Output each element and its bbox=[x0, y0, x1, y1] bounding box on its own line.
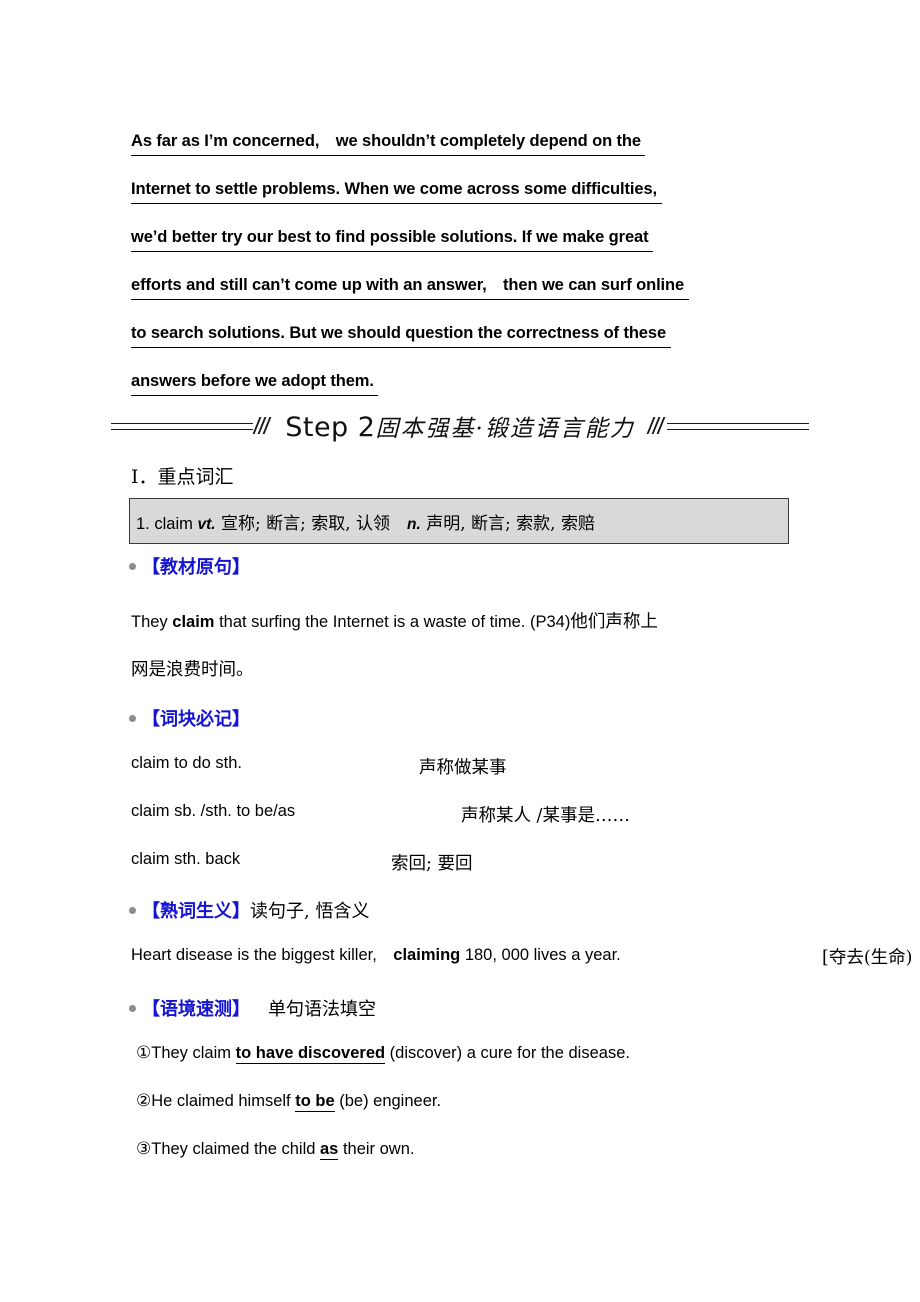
intro-line-2: Internet to settle problems. When we com… bbox=[131, 165, 831, 213]
intro-line-6-text: answers before we adopt them. bbox=[131, 370, 379, 396]
textbook-sentence-line-1: They claim that surfing the Internet is … bbox=[131, 608, 658, 633]
intro-line-5: to search solutions. But we should quest… bbox=[131, 309, 831, 357]
familiar-word-annotation: [夺去(生命) bbox=[822, 948, 913, 968]
entry-pos-n: n. bbox=[407, 515, 421, 533]
chunk-en-2: claim sb. /sth. to be/as bbox=[131, 802, 296, 820]
chunk-gloss-2: 声称某人 /某事是…… bbox=[461, 806, 630, 826]
textbook-sentence-cn-2: 网是浪费时间。 bbox=[131, 660, 254, 680]
chunk-row-1: claim to do sth. 声称做某事 bbox=[131, 754, 831, 778]
familiar-word-sentence-pre: Heart disease is the biggest killer, bbox=[131, 946, 394, 964]
banner-rule-left bbox=[111, 415, 273, 437]
quiz-item-1-pre: They claim bbox=[151, 1044, 236, 1062]
chunk-en-1: claim to do sth. bbox=[131, 754, 242, 772]
tag-familiar-word: 【熟词生义】 读句子, 悟含义 bbox=[129, 897, 369, 923]
entry-word: claim bbox=[154, 514, 198, 533]
tag-chunks-label: 【词块必记】 bbox=[142, 709, 250, 730]
intro-line-6: answers before we adopt them. bbox=[131, 357, 831, 405]
entry-number: 1. bbox=[136, 514, 155, 533]
bullet-icon bbox=[129, 1004, 136, 1012]
banner-double-rule-left bbox=[111, 422, 254, 430]
chunk-en-3: claim sth. back bbox=[131, 850, 241, 868]
quiz-item-2-answer: to be bbox=[295, 1092, 335, 1112]
quiz-item-1-post: (discover) a cure for the disease. bbox=[385, 1044, 630, 1062]
banner-rule-right bbox=[646, 415, 809, 437]
banner-slashes-right-icon bbox=[646, 417, 667, 435]
bullet-icon bbox=[129, 562, 136, 570]
familiar-word-keyword: claiming bbox=[393, 946, 461, 964]
tag-familiar-word-suffix: 读句子, 悟含义 bbox=[250, 901, 370, 922]
quiz-item-3: ③They claimed the child as their own. bbox=[136, 1139, 415, 1160]
chunk-row-2: claim sb. /sth. to be/as 声称某人 /某事是…… bbox=[131, 802, 831, 826]
quiz-item-3-answer: as bbox=[320, 1140, 339, 1160]
banner-slashes-left-icon bbox=[252, 417, 273, 435]
banner-double-rule-right bbox=[666, 422, 809, 430]
quiz-item-3-number: ③ bbox=[136, 1139, 152, 1159]
tag-familiar-word-label: 【熟词生义】 bbox=[142, 901, 250, 922]
textbook-sentence-post: that surfing the Internet is a waste of … bbox=[214, 613, 571, 631]
chunk-gloss-3: 索回; 要回 bbox=[391, 854, 473, 874]
intro-line-3: we’d better try our best to find possibl… bbox=[131, 213, 831, 261]
familiar-word-sentence: Heart disease is the biggest killer, cla… bbox=[131, 946, 621, 965]
intro-line-4: efforts and still can’t come up with an … bbox=[131, 261, 831, 309]
quiz-item-1-number: ① bbox=[136, 1043, 152, 1063]
bullet-icon bbox=[129, 714, 136, 722]
intro-line-2-text: Internet to settle problems. When we com… bbox=[131, 178, 662, 204]
textbook-sentence-pre: They bbox=[131, 613, 173, 631]
intro-line-3-text: we’d better try our best to find possibl… bbox=[131, 226, 654, 252]
intro-line-4-text: efforts and still can’t come up with an … bbox=[131, 274, 689, 300]
familiar-word-sentence-post: 180, 000 lives a year. bbox=[460, 946, 621, 964]
vocabulary-entry-box: 1. claim vt. 宣称; 断言; 索取, 认领 n. 声明, 断言; 索… bbox=[129, 498, 789, 544]
tag-chunks: 【词块必记】 bbox=[129, 705, 250, 731]
quiz-item-2-pre: He claimed himself bbox=[151, 1092, 296, 1110]
tag-textbook-sentence: 【教材原句】 bbox=[129, 553, 250, 579]
entry-meaning-n: 声明, 断言; 索款, 索赔 bbox=[420, 513, 595, 534]
chunk-row-3: claim sth. back 索回; 要回 bbox=[131, 850, 831, 874]
intro-paragraph: As far as I’m concerned, we shouldn’t co… bbox=[131, 117, 831, 405]
quiz-item-1-answer: to have discovered bbox=[235, 1044, 386, 1064]
quiz-item-1: ①They claim to have discovered (discover… bbox=[136, 1043, 630, 1064]
section-heading: Ⅰ．重点词汇 bbox=[131, 466, 234, 488]
quiz-item-2-number: ② bbox=[136, 1091, 152, 1111]
tag-quiz: 【语境速测】 单句语法填空 bbox=[129, 995, 376, 1021]
vocabulary-entry-text: 1. claim vt. 宣称; 断言; 索取, 认领 n. 声明, 断言; 索… bbox=[136, 509, 595, 534]
document-page: As far as I’m concerned, we shouldn’t co… bbox=[0, 0, 920, 1302]
textbook-sentence-cn-1: 他们声称上 bbox=[570, 612, 658, 632]
intro-line-1: As far as I’m concerned, we shouldn’t co… bbox=[131, 117, 831, 165]
textbook-sentence-line-2: 网是浪费时间。 bbox=[131, 656, 254, 681]
banner-step-label: Step 2 bbox=[285, 412, 376, 443]
tag-quiz-suffix: 单句语法填空 bbox=[250, 999, 376, 1020]
entry-meaning-vt: 宣称; 断言; 索取, 认领 bbox=[215, 513, 408, 534]
quiz-item-3-post: their own. bbox=[338, 1140, 415, 1158]
chunk-gloss-1: 声称做某事 bbox=[419, 758, 507, 778]
intro-line-1-text: As far as I’m concerned, we shouldn’t co… bbox=[131, 130, 646, 156]
tag-textbook-sentence-label: 【教材原句】 bbox=[142, 557, 250, 578]
bullet-icon bbox=[129, 906, 136, 914]
quiz-item-3-pre: They claimed the child bbox=[151, 1140, 320, 1158]
quiz-item-2-post: (be) engineer. bbox=[334, 1092, 442, 1110]
banner-title: Step 2固本强基·锻造语言能力 bbox=[273, 409, 647, 443]
banner-chinese-title: 固本强基·锻造语言能力 bbox=[375, 416, 635, 442]
step-banner: Step 2固本强基·锻造语言能力 bbox=[0, 404, 920, 448]
textbook-sentence-keyword: claim bbox=[172, 613, 215, 631]
quiz-item-2: ②He claimed himself to be (be) engineer. bbox=[136, 1091, 442, 1112]
intro-line-5-text: to search solutions. But we should quest… bbox=[131, 322, 671, 348]
entry-pos-vt: vt. bbox=[197, 515, 216, 533]
tag-quiz-label: 【语境速测】 bbox=[142, 999, 250, 1020]
